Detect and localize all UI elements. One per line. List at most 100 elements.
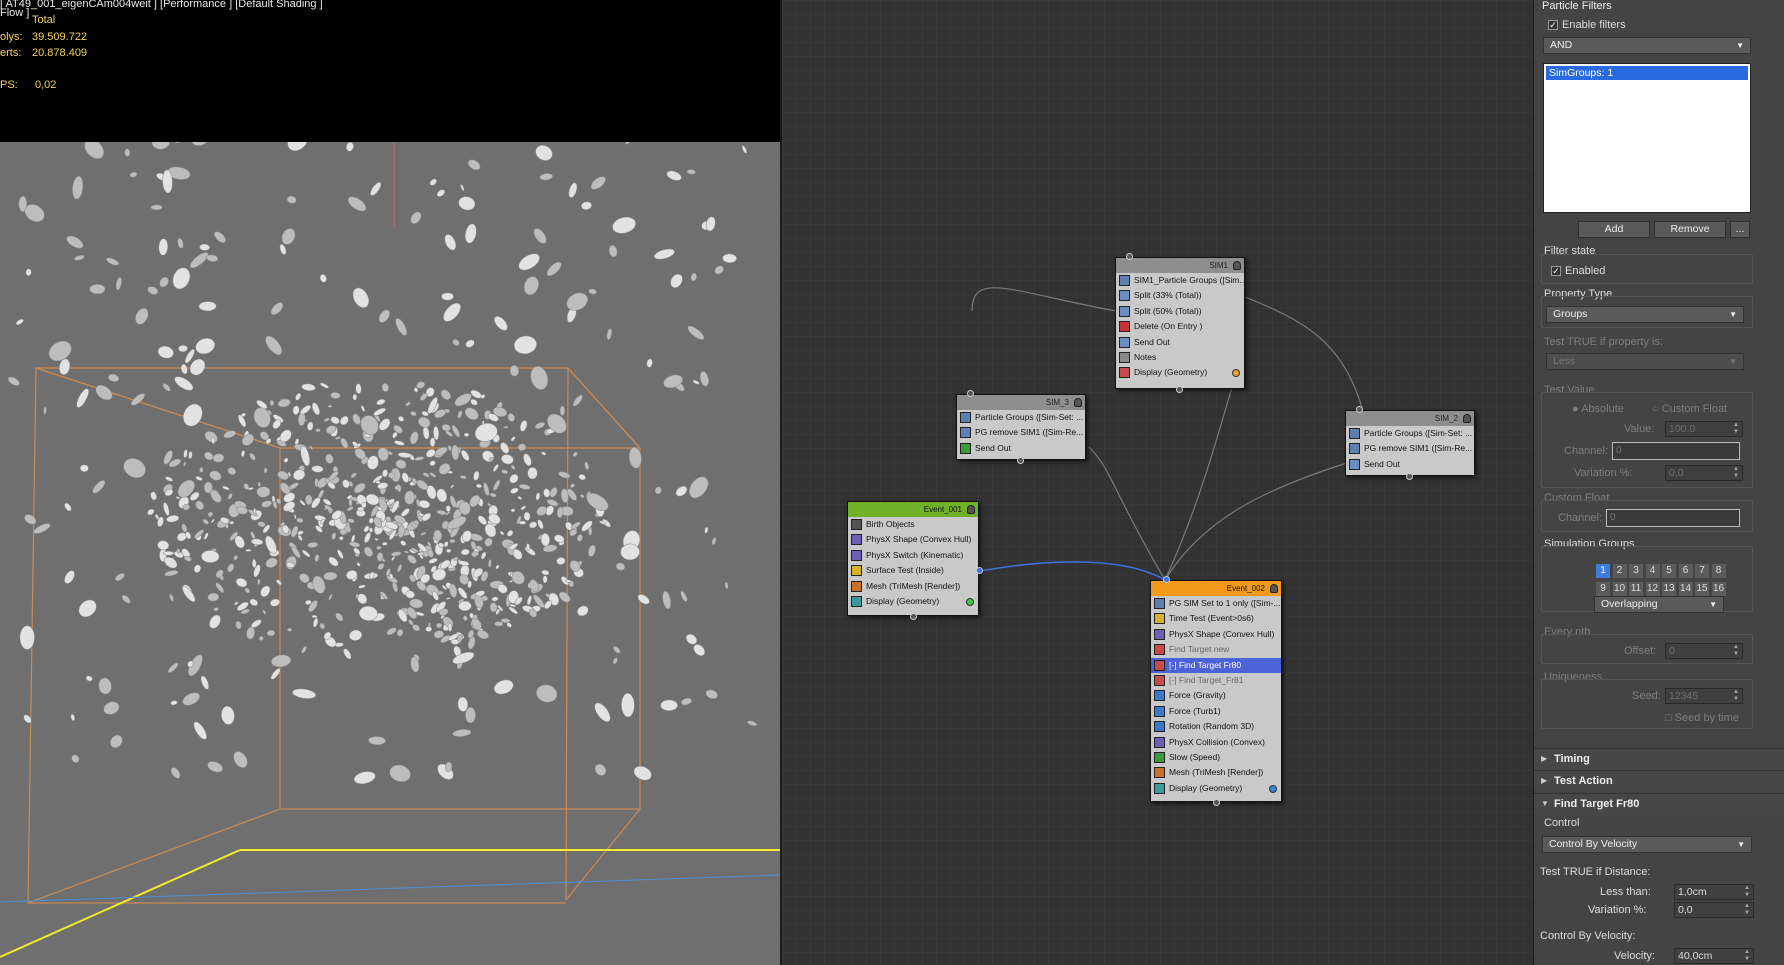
- op-item[interactable]: PG remove SIM1 ([Sim-Re...: [957, 425, 1085, 440]
- viewport-title[interactable]: [ AT49_001_eigenCAm004weit ] [Performanc…: [0, 0, 323, 10]
- output-pin[interactable]: [1176, 386, 1183, 393]
- velocity-spinner[interactable]: 40,0cm ▲ ▼: [1674, 948, 1754, 964]
- sim-group-button[interactable]: 6: [1678, 564, 1693, 578]
- bulb-icon[interactable]: [1270, 584, 1278, 593]
- op-item[interactable]: Slow (Speed): [1151, 750, 1281, 765]
- node-event-002[interactable]: Event_002 PG SIM Set to 1 only ([Sim-...…: [1150, 576, 1282, 806]
- sim-group-button[interactable]: 15: [1695, 582, 1709, 596]
- node-sim3[interactable]: SIM_3 Particle Groups ([Sim-Set: ... PG …: [956, 390, 1086, 464]
- sim-group-button[interactable]: 7: [1695, 564, 1709, 578]
- input-pin[interactable]: [1126, 253, 1133, 260]
- op-item[interactable]: PhysX Switch (Kinematic): [848, 548, 978, 563]
- output-pin[interactable]: [1017, 457, 1024, 464]
- op-item[interactable]: PG remove SIM1 ([Sim-Re...: [1346, 441, 1474, 456]
- sim-group-button[interactable]: 16: [1711, 582, 1726, 596]
- filters-list[interactable]: SimGroups: 1: [1543, 63, 1751, 213]
- op-item[interactable]: Mesh (TriMesh [Render]): [848, 579, 978, 594]
- sim-group-button[interactable]: 5: [1662, 564, 1676, 578]
- sim-group-button[interactable]: 3: [1629, 564, 1643, 578]
- op-item[interactable]: Notes: [1116, 350, 1244, 365]
- logic-dropdown[interactable]: AND ▼: [1543, 37, 1751, 54]
- op-item[interactable]: Rotation (Random 3D): [1151, 719, 1281, 734]
- sim-group-button[interactable]: 13: [1662, 582, 1676, 596]
- node-event-001-header[interactable]: Event_001: [848, 502, 978, 517]
- sim-group-button[interactable]: 1: [1596, 564, 1610, 578]
- rollout-timing[interactable]: ▶ Timing: [1534, 748, 1784, 770]
- enabled-checkbox[interactable]: ✓: [1551, 266, 1561, 276]
- op-item[interactable]: Find Target new: [1151, 642, 1281, 657]
- op-item[interactable]: Particle Groups ([Sim-Set: ...: [957, 410, 1085, 425]
- custom-float-radio[interactable]: ○ Custom Float: [1652, 403, 1727, 415]
- sim-group-button[interactable]: 2: [1612, 564, 1627, 578]
- channel2-field[interactable]: 0: [1606, 509, 1740, 527]
- op-item[interactable]: Mesh (TriMesh [Render]): [1151, 765, 1281, 780]
- op-item[interactable]: Time Test (Event>0s6): [1151, 611, 1281, 626]
- output-pin[interactable]: [910, 613, 917, 620]
- node-event-001[interactable]: Event_001 Birth Objects PhysX Shape (Con…: [847, 501, 983, 620]
- output-pin[interactable]: [1406, 473, 1413, 480]
- op-item[interactable]: SIM1_Particle Groups ([Sim...: [1116, 273, 1244, 288]
- sim-group-button[interactable]: 12: [1645, 582, 1660, 596]
- op-item[interactable]: PhysX Collision (Convex): [1151, 735, 1281, 750]
- node-sim1[interactable]: SIM1 SIM1_Particle Groups ([Sim... Split…: [1115, 253, 1245, 393]
- test-true-dropdown[interactable]: Less ▼: [1546, 353, 1744, 370]
- op-item[interactable]: Delete (On Entry ): [1116, 319, 1244, 334]
- remove-button[interactable]: Remove: [1654, 221, 1726, 238]
- bulb-icon[interactable]: [1233, 261, 1241, 270]
- display-color-swatch[interactable]: [966, 597, 974, 606]
- property-type-dropdown[interactable]: Groups ▼: [1546, 306, 1744, 323]
- op-item[interactable]: Send Out: [1346, 457, 1474, 472]
- bulb-icon[interactable]: [1463, 414, 1471, 423]
- filters-list-item[interactable]: SimGroups: 1: [1546, 66, 1748, 80]
- display-color-swatch[interactable]: [1232, 369, 1240, 378]
- enable-filters-checkbox[interactable]: ✓: [1548, 20, 1558, 30]
- particle-view-editor[interactable]: SIM1 SIM1_Particle Groups ([Sim... Split…: [780, 0, 1533, 965]
- op-item-selected[interactable]: [-] Find Target Fr80: [1151, 657, 1281, 673]
- display-color-swatch[interactable]: [1269, 784, 1277, 793]
- node-sim1-header[interactable]: SIM1: [1116, 258, 1244, 273]
- op-item[interactable]: Display (Geometry): [848, 594, 978, 609]
- seed-by-time-checkbox[interactable]: □ Seed by time: [1665, 712, 1739, 724]
- op-item[interactable]: Split (50% (Total)): [1116, 304, 1244, 319]
- input-pin[interactable]: [1356, 406, 1363, 413]
- op-item[interactable]: Send Out: [957, 441, 1085, 456]
- offset-spinner[interactable]: 0 ▲ ▼: [1665, 643, 1743, 659]
- sim-group-button[interactable]: 11: [1629, 582, 1643, 596]
- input-pin[interactable]: [967, 390, 974, 397]
- input-pin[interactable]: [1163, 576, 1170, 583]
- op-item[interactable]: Split (33% (Total)): [1116, 288, 1244, 303]
- op-item[interactable]: PG SIM Set to 1 only ([Sim-...: [1151, 596, 1281, 611]
- rollout-test-action[interactable]: ▶ Test Action: [1534, 770, 1784, 792]
- sim-group-button[interactable]: 14: [1678, 582, 1693, 596]
- sim-group-button[interactable]: 4: [1645, 564, 1660, 578]
- more-button[interactable]: ...: [1730, 221, 1750, 238]
- bulb-icon[interactable]: [1074, 398, 1082, 407]
- control-dropdown[interactable]: Control By Velocity ▼: [1542, 836, 1752, 853]
- less-than-spinner[interactable]: 1,0cm ▲ ▼: [1674, 884, 1754, 900]
- rollout-find-target[interactable]: ▼ Find Target Fr80: [1534, 793, 1784, 815]
- seed-spinner[interactable]: 12345 ▲ ▼: [1665, 688, 1743, 704]
- viewport[interactable]: [ AT49_001_eigenCAm004weit ] [Performanc…: [0, 0, 780, 965]
- bulb-icon[interactable]: [967, 505, 975, 514]
- channel-field[interactable]: 0: [1612, 442, 1740, 460]
- op-item[interactable]: Display (Geometry): [1151, 781, 1281, 796]
- op-item[interactable]: Particle Groups ([Sim-Set: ...: [1346, 426, 1474, 441]
- op-item[interactable]: [-] Find Target_Fr81: [1151, 673, 1281, 688]
- variation2-spinner[interactable]: 0,0 ▲ ▼: [1674, 902, 1754, 918]
- op-item[interactable]: Birth Objects: [848, 517, 978, 532]
- op-item[interactable]: Surface Test (Inside): [848, 563, 978, 578]
- node-event-002-header[interactable]: Event_002: [1151, 581, 1281, 596]
- op-item[interactable]: PhysX Shape (Convex Hull): [1151, 627, 1281, 642]
- sim-group-button[interactable]: 9: [1596, 582, 1610, 596]
- sim-group-button[interactable]: 8: [1711, 564, 1726, 578]
- add-button[interactable]: Add: [1578, 221, 1650, 238]
- op-item[interactable]: Display (Geometry): [1116, 365, 1244, 380]
- op-item[interactable]: Force (Turb1): [1151, 704, 1281, 719]
- op-item[interactable]: Send Out: [1116, 335, 1244, 350]
- op-item[interactable]: PhysX Shape (Convex Hull): [848, 532, 978, 547]
- node-sim2-header[interactable]: SIM_2: [1346, 411, 1474, 426]
- node-sim2[interactable]: SIM_2 Particle Groups ([Sim-Set: ... PG …: [1345, 406, 1475, 480]
- op-item[interactable]: Force (Gravity): [1151, 688, 1281, 703]
- node-sim3-header[interactable]: SIM_3: [957, 395, 1085, 410]
- viewport-scene[interactable]: [0, 142, 780, 965]
